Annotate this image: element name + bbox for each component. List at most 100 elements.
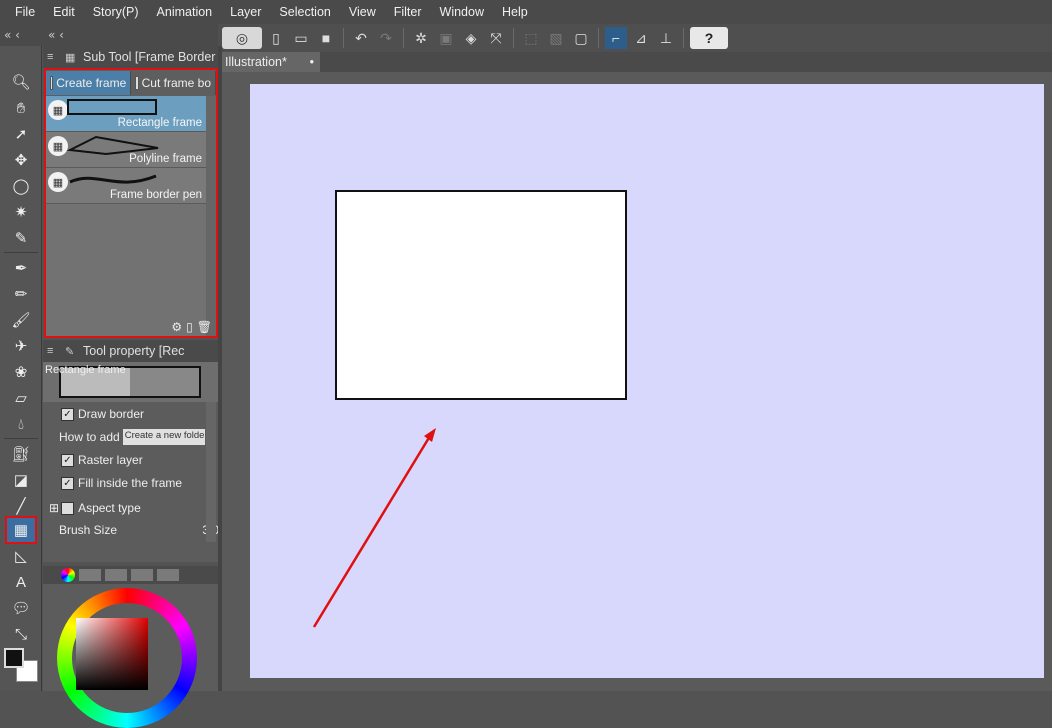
magic-wand-icon[interactable]: ✷	[7, 200, 35, 224]
draw-border-row: ✓ Draw border	[61, 403, 221, 425]
tab-close-dot-icon[interactable]: •	[310, 55, 314, 69]
tool-property-title: Tool property [Rec	[83, 344, 185, 358]
color-slider-tab[interactable]	[79, 569, 101, 581]
rectangle-stroke-preview	[67, 99, 157, 115]
snap-grid-icon[interactable]: ⊥	[655, 27, 677, 49]
aspect-type-checkbox[interactable]	[61, 501, 75, 515]
delete-sub-tool-icon[interactable]: 🗑︎	[197, 320, 212, 334]
menu-bar: File Edit Story(P) Animation Layer Selec…	[0, 0, 1052, 24]
sub-tool-panel: Create frame Cut frame bo ▦ Rectangle fr…	[44, 68, 218, 338]
svg-text:« ‹: « ‹	[48, 28, 64, 42]
eraser-icon[interactable]: ▱	[7, 386, 35, 410]
blend-icon[interactable]: 💧︎	[7, 412, 35, 436]
sub-tool-tabs: Create frame Cut frame bo	[46, 70, 216, 96]
move-layer-icon[interactable]: ✥	[7, 148, 35, 172]
transform-icon[interactable]: ▣	[435, 27, 457, 49]
menu-file[interactable]: File	[6, 5, 44, 19]
snap-ruler-icon[interactable]: ⌐	[605, 27, 627, 49]
invert-selection-icon[interactable]: ▧	[545, 27, 567, 49]
saturation-value-square[interactable]	[76, 618, 148, 690]
operation-tool-icon[interactable]: ➚	[7, 122, 35, 146]
tool-preview: Rectangle frame	[43, 362, 218, 402]
panel-collapse-icons: « ‹ « ‹	[4, 28, 64, 42]
panel-menu-icon[interactable]: ≡	[47, 345, 65, 357]
frame-tool-icon: ▦	[48, 100, 68, 120]
sub-tool-rectangle-frame[interactable]: ▦ Rectangle frame	[46, 96, 206, 132]
fill-inside-label: Fill inside the frame	[78, 476, 183, 490]
draw-border-checkbox[interactable]: ✓	[61, 407, 74, 421]
new-file-icon[interactable]: ▯	[265, 27, 287, 49]
menu-filter[interactable]: Filter	[385, 5, 431, 19]
color-set-tab[interactable]	[105, 569, 127, 581]
clip-studio-icon[interactable]: ◎	[222, 27, 262, 49]
menu-help[interactable]: Help	[493, 5, 537, 19]
pencil-icon[interactable]: ✏︎	[7, 282, 35, 306]
show-selection-icon[interactable]: ▢	[570, 27, 592, 49]
undo-icon[interactable]: ↶	[350, 27, 372, 49]
clear-icon[interactable]: ✲	[410, 27, 432, 49]
menu-edit[interactable]: Edit	[44, 5, 84, 19]
correct-line-icon[interactable]: ⤡	[7, 622, 35, 646]
color-wheel-tab-icon[interactable]	[61, 568, 75, 582]
intermediate-color-tab[interactable]	[131, 569, 153, 581]
fill-icon[interactable]: ◈	[460, 27, 482, 49]
tool-property-panel: Rectangle frame ✓ Draw border How to add…	[43, 362, 221, 562]
menu-window[interactable]: Window	[431, 5, 493, 19]
comic-frame[interactable]	[335, 190, 627, 400]
how-to-add-select[interactable]: Create a new folde	[122, 429, 205, 445]
menu-selection[interactable]: Selection	[270, 5, 339, 19]
menu-animation[interactable]: Animation	[148, 5, 222, 19]
figure-icon[interactable]: ╱	[7, 494, 35, 518]
panel-menu-icon[interactable]: ≡	[47, 51, 65, 63]
zoom-tool-icon[interactable]: 🔍︎	[7, 70, 35, 94]
eyedropper-icon[interactable]: ✎	[7, 226, 35, 250]
save-icon[interactable]: ■	[315, 27, 337, 49]
tab-label: Cut frame bo	[141, 76, 211, 90]
deselect-icon[interactable]: ⬚	[520, 27, 542, 49]
menu-story[interactable]: Story(P)	[84, 5, 148, 19]
tab-cut-frame[interactable]: Cut frame bo	[131, 71, 216, 95]
sub-tool-scrollbar[interactable]	[206, 96, 216, 336]
separator	[513, 28, 514, 48]
sub-tool-polyline-frame[interactable]: ▦ Polyline frame	[46, 132, 206, 168]
snap-special-ruler-icon[interactable]: ⊿	[630, 27, 652, 49]
new-sub-tool-icon[interactable]: ▯	[186, 320, 193, 334]
sub-tool-frame-border-pen[interactable]: ▦ Frame border pen	[46, 168, 206, 204]
scale-icon[interactable]: ⤧	[485, 27, 507, 49]
command-bar: ◎ ▯ ▭ ■ ↶ ↷ ✲ ▣ ◈ ⤧ ⬚ ▧ ▢ ⌐ ⊿ ⊥ ?	[218, 24, 1052, 52]
fill-tool-icon[interactable]: ⛽︎	[7, 442, 35, 466]
sub-tool-label: Rectangle frame	[117, 117, 202, 129]
approximate-color-tab[interactable]	[157, 569, 179, 581]
hand-tool-icon[interactable]: ✋︎	[7, 96, 35, 120]
open-file-icon[interactable]: ▭	[290, 27, 312, 49]
expand-icon[interactable]: ⊞	[49, 501, 59, 515]
raster-layer-checkbox[interactable]: ✓	[61, 453, 74, 467]
menu-view[interactable]: View	[340, 5, 385, 19]
annotation-arrow	[312, 428, 436, 628]
canvas-tab-bar: Illustration* •	[222, 52, 1052, 72]
tool-property-scrollbar[interactable]	[206, 402, 216, 542]
brush-size-row: Brush Size 3.0	[59, 519, 219, 541]
frame-border-tool-icon[interactable]: ▦	[5, 516, 37, 544]
decoration-icon[interactable]: ❀	[7, 360, 35, 384]
help-icon[interactable]: ?	[690, 27, 728, 49]
ruler-icon[interactable]: ◺	[7, 544, 35, 568]
tool-property-icon: ✎	[65, 345, 75, 358]
gradient-icon[interactable]: ◪	[7, 468, 35, 492]
foreground-color-swatch[interactable]	[4, 648, 24, 668]
redo-icon[interactable]: ↷	[375, 27, 397, 49]
text-tool-icon[interactable]: A	[7, 570, 35, 594]
separator	[343, 28, 344, 48]
fill-inside-checkbox[interactable]: ✓	[61, 476, 74, 490]
pen-icon[interactable]: ✒	[7, 256, 35, 280]
tab-create-frame[interactable]: Create frame	[46, 71, 132, 95]
canvas-tab[interactable]: Illustration* •	[222, 52, 320, 72]
tool-property-header: ≡ ✎ Tool property [Rec	[43, 340, 218, 362]
airbrush-icon[interactable]: ✈︎	[7, 334, 35, 358]
color-tabs	[43, 566, 218, 584]
menu-layer[interactable]: Layer	[221, 5, 270, 19]
lasso-icon[interactable]: ◯	[7, 174, 35, 198]
brush-icon[interactable]: 🖌︎	[7, 308, 35, 332]
sub-tool-settings-icon[interactable]: ⚙	[171, 320, 182, 334]
balloon-icon[interactable]: 💬︎	[7, 596, 35, 620]
